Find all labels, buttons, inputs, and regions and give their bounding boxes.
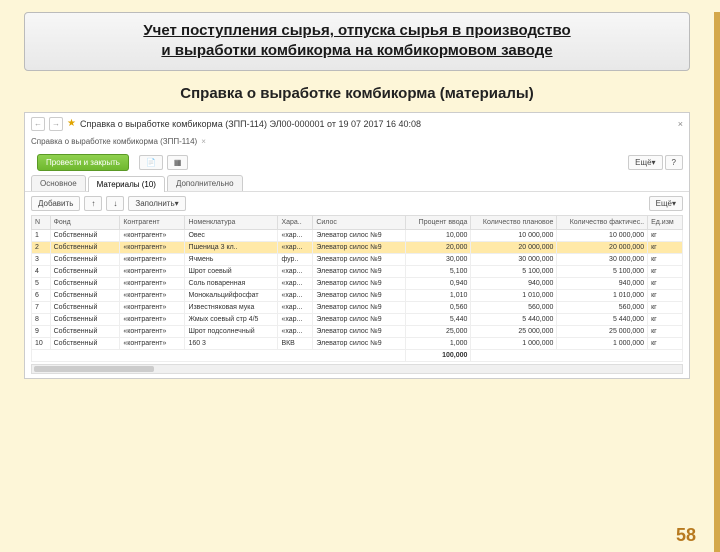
table-row[interactable]: 3Собственный«контрагент»Ячменьфур..Элева… — [32, 253, 683, 265]
chevron-down-icon: ▾ — [175, 199, 179, 208]
col-header[interactable]: Фонд — [50, 215, 120, 229]
chevron-down-icon: ▾ — [652, 158, 656, 167]
window-titlebar: ← → ★ Справка о выработке комбикорма (ЗП… — [25, 113, 689, 135]
toolbar-icon-1[interactable]: 📄 — [139, 155, 163, 170]
col-header[interactable]: Ед.изм — [648, 215, 683, 229]
table-row[interactable]: 10Собственный«контрагент»160 3ВКВЭлевато… — [32, 337, 683, 349]
nav-back-icon[interactable]: ← — [31, 117, 45, 131]
table-row[interactable]: 6Собственный«контрагент»Монокальцийфосфа… — [32, 289, 683, 301]
page-number: 58 — [676, 525, 696, 546]
move-up-icon[interactable]: ↑ — [84, 196, 102, 211]
table-footer-row: 100,000 — [32, 349, 683, 361]
slide-header: Учет поступления сырья, отпуска сырья в … — [24, 12, 690, 71]
table-toolbar: Добавить ↑ ↓ Заполнить ▾ Ещё ▾ — [25, 192, 689, 215]
table-row[interactable]: 9Собственный«контрагент»Шрот подсолнечны… — [32, 325, 683, 337]
materials-table[interactable]: NФондКонтрагентНоменклатураХара..СилосПр… — [31, 215, 683, 362]
slide-subtitle: Справка о выработке комбикорма (материал… — [0, 85, 714, 102]
col-header[interactable]: Количество фактичес.. — [557, 215, 648, 229]
table-row[interactable]: 7Собственный«контрагент»Известняковая му… — [32, 301, 683, 313]
toolbar-icon-2[interactable]: ▦ — [167, 155, 189, 170]
table-row[interactable]: 4Собственный«контрагент»Шрот соевый«хар.… — [32, 265, 683, 277]
table-row[interactable]: 2Собственный«контрагент»Пшеница 3 кл..«х… — [32, 241, 683, 253]
help-icon[interactable]: ? — [665, 155, 683, 170]
breadcrumb-row: Справка о выработке комбикорма (ЗПП-114)… — [25, 135, 689, 150]
move-down-icon[interactable]: ↓ — [106, 196, 124, 211]
col-header[interactable]: Количество плановое — [471, 215, 557, 229]
post-and-close-button[interactable]: Провести и закрыть — [37, 154, 129, 171]
more-button[interactable]: Ещё ▾ — [628, 155, 662, 170]
close-icon[interactable]: × — [678, 119, 683, 129]
nav-fwd-icon[interactable]: → — [49, 117, 63, 131]
col-header[interactable]: Контрагент — [120, 215, 185, 229]
toolbar: Провести и закрыть 📄 ▦ Ещё ▾ ? — [25, 150, 689, 175]
col-header[interactable]: N — [32, 215, 51, 229]
col-header[interactable]: Силос — [313, 215, 406, 229]
slide-title-line2: и выработки комбикорма на комбикормовом … — [161, 42, 552, 59]
tabs: ОсновноеМатериалы (10)Дополнительно — [25, 175, 689, 192]
fill-button[interactable]: Заполнить ▾ — [128, 196, 185, 211]
table-wrapper: NФондКонтрагентНоменклатураХара..СилосПр… — [25, 215, 689, 378]
window-title: Справка о выработке комбикорма (ЗПП-114)… — [80, 119, 674, 129]
col-header[interactable]: Хара.. — [278, 215, 313, 229]
horizontal-scrollbar[interactable] — [31, 364, 683, 374]
col-header[interactable]: Процент ввода — [406, 215, 471, 229]
chevron-down-icon: ▾ — [672, 199, 676, 208]
favorite-icon[interactable]: ★ — [67, 118, 76, 129]
total-percent: 100,000 — [406, 349, 471, 361]
tab-0[interactable]: Основное — [31, 175, 86, 191]
scrollbar-thumb[interactable] — [34, 366, 154, 372]
col-header[interactable]: Номенклатура — [185, 215, 278, 229]
close-breadcrumb-icon[interactable]: × — [201, 137, 206, 146]
more-button-2[interactable]: Ещё ▾ — [649, 196, 683, 211]
app-window: ← → ★ Справка о выработке комбикорма (ЗП… — [24, 112, 690, 379]
tab-1[interactable]: Материалы (10) — [88, 176, 165, 192]
table-row[interactable]: 1Собственный«контрагент»Овес«хар...Элева… — [32, 229, 683, 241]
breadcrumb[interactable]: Справка о выработке комбикорма (ЗПП-114) — [31, 137, 197, 146]
slide-title-line1: Учет поступления сырья, отпуска сырья в … — [143, 22, 570, 39]
add-button[interactable]: Добавить — [31, 196, 80, 211]
table-row[interactable]: 8Собственный«контрагент»Жмых соевый стр … — [32, 313, 683, 325]
table-row[interactable]: 5Собственный«контрагент»Соль поваренная«… — [32, 277, 683, 289]
tab-2[interactable]: Дополнительно — [167, 175, 243, 191]
